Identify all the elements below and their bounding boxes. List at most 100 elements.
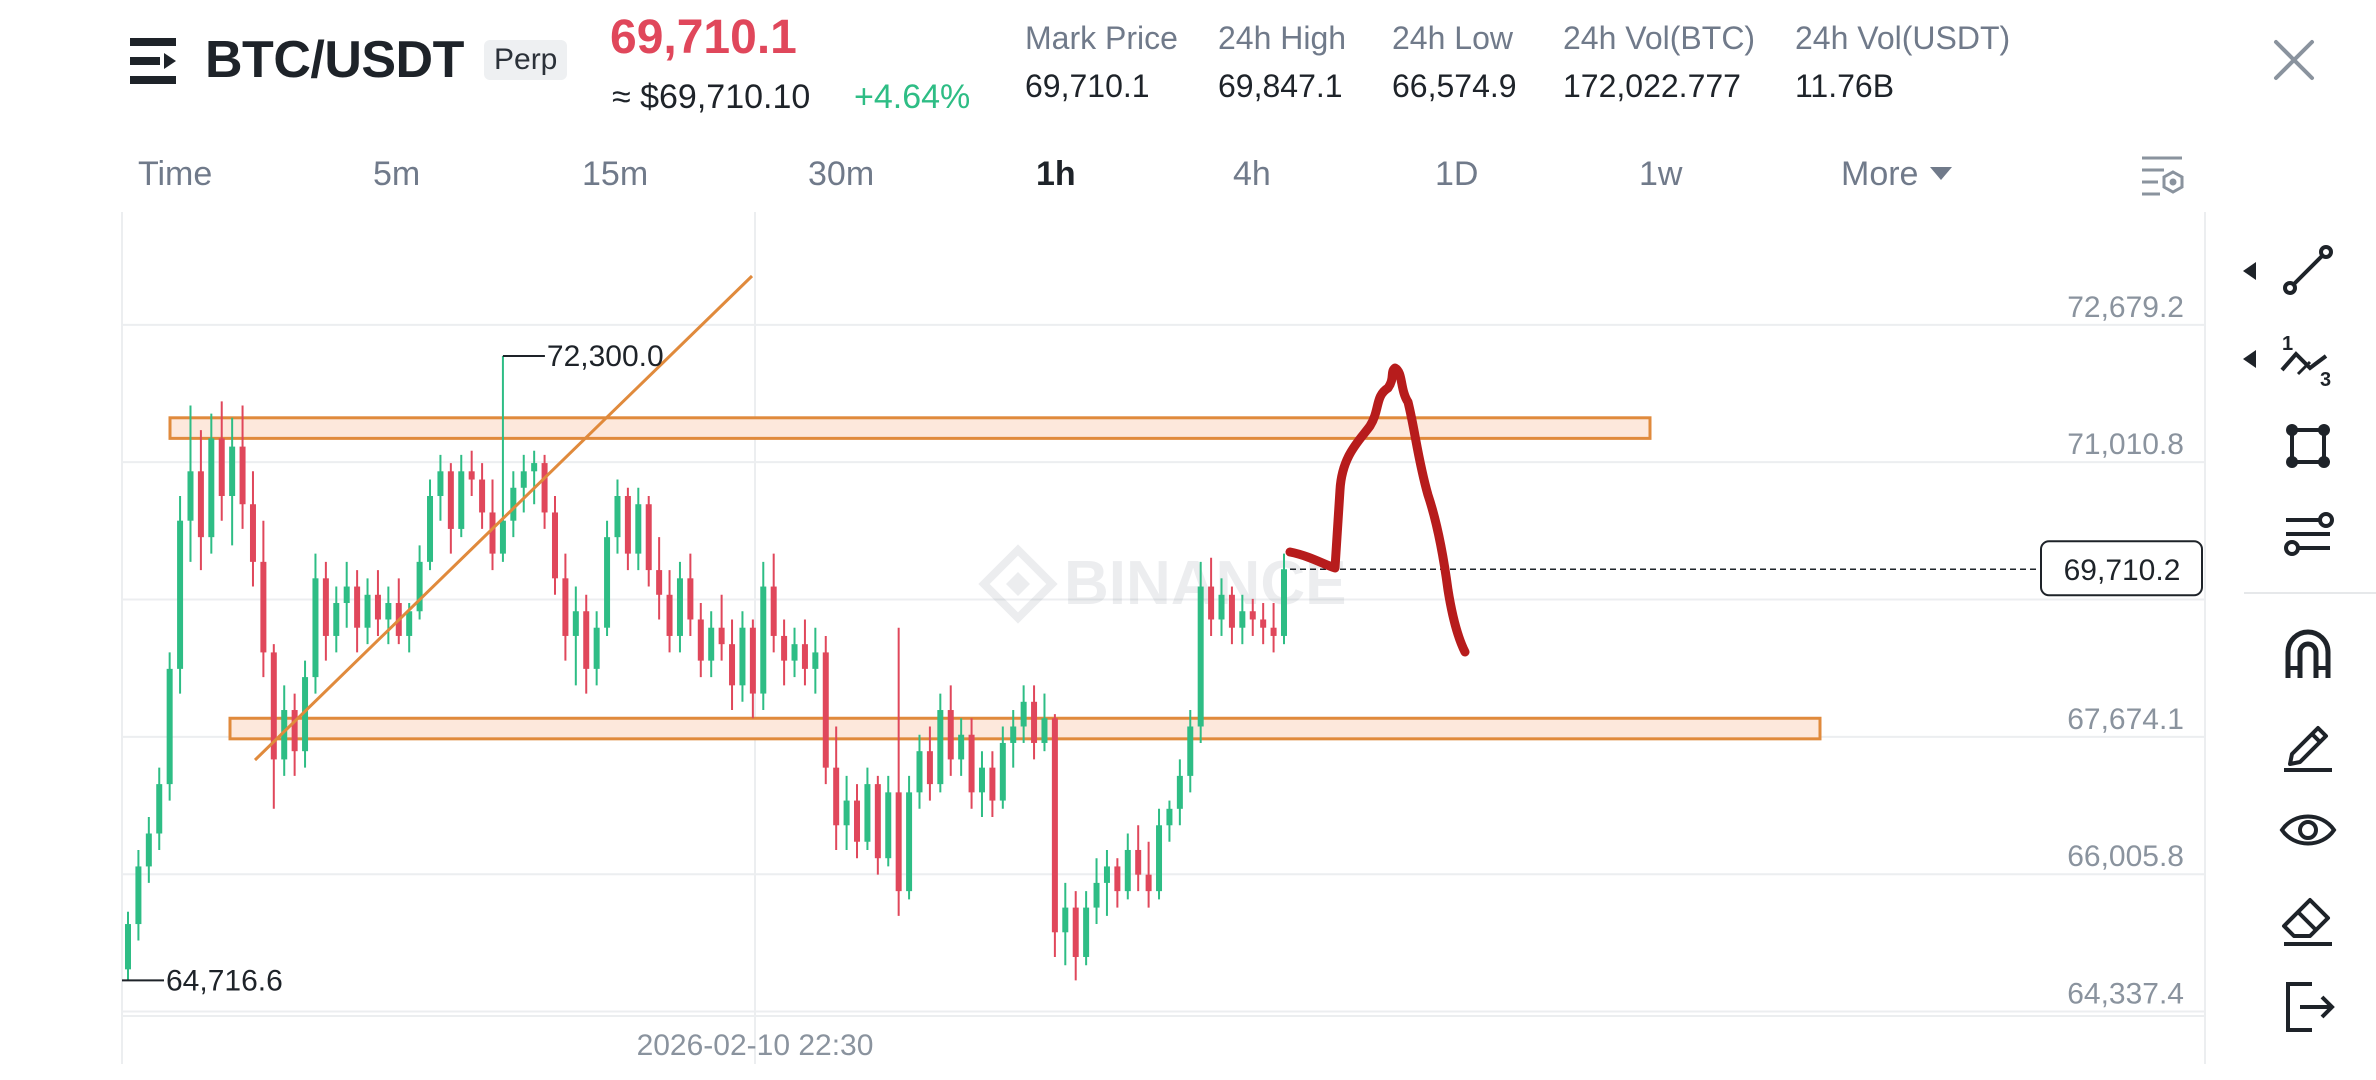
candle	[854, 784, 861, 859]
candle	[197, 430, 204, 571]
candle	[843, 775, 850, 850]
candle	[1114, 858, 1121, 908]
candle-body	[364, 594, 371, 628]
candle-body	[354, 586, 361, 628]
candle-body	[239, 446, 246, 505]
candle	[801, 619, 808, 686]
candle	[125, 911, 131, 981]
candle	[437, 454, 444, 521]
candle	[374, 570, 381, 636]
candle	[1093, 858, 1100, 925]
candle-body	[874, 784, 881, 859]
candle	[520, 454, 527, 513]
candle-body	[406, 611, 413, 636]
candle-body	[218, 438, 225, 496]
candle-body	[999, 742, 1006, 801]
candle-body	[937, 710, 944, 785]
candle	[656, 537, 663, 620]
candle	[145, 817, 152, 883]
visibility-tool[interactable]	[2276, 798, 2340, 862]
candle	[551, 496, 558, 595]
candle-body	[958, 734, 965, 760]
candle	[676, 561, 683, 653]
candle-body	[760, 586, 767, 694]
candle-body	[1093, 882, 1100, 908]
min-price-marker: 64,716.6	[166, 964, 283, 997]
candle-body	[1083, 907, 1090, 957]
candle-body	[1197, 586, 1204, 727]
candle-body	[614, 496, 621, 538]
candle	[583, 594, 590, 694]
candle	[166, 652, 173, 801]
candle-body	[177, 520, 184, 669]
candle-body	[1051, 718, 1058, 933]
candlestick-chart[interactable]: BINANCE 72,300.0 64,716.6 72,679.2 71,010.…	[0, 0, 2376, 1080]
exit-tool[interactable]	[2276, 974, 2340, 1038]
eye-icon	[2279, 814, 2337, 846]
candle-body	[260, 561, 267, 653]
shape-tool[interactable]	[2276, 414, 2340, 478]
candle-body	[968, 734, 975, 793]
candle	[447, 463, 454, 554]
candle-body	[697, 619, 704, 661]
candle	[427, 479, 434, 571]
candle	[624, 487, 631, 571]
candle-body	[801, 644, 808, 669]
candle	[1031, 685, 1038, 760]
candle-body	[510, 487, 517, 521]
candle	[989, 751, 996, 818]
candle	[916, 734, 923, 809]
price-tick-label: 71,010.8	[2067, 428, 2184, 461]
candle-body	[1145, 874, 1152, 892]
candle	[1176, 759, 1183, 826]
fibonacci-tool[interactable]: 1 3	[2276, 328, 2340, 392]
candle-body	[156, 784, 163, 834]
candle-body	[1187, 726, 1194, 776]
candle-body	[1249, 611, 1256, 620]
candle-body	[676, 578, 683, 636]
candle	[291, 693, 298, 776]
candle-body	[458, 471, 465, 529]
candle	[1072, 891, 1079, 981]
candle-body	[687, 578, 694, 620]
candle-body	[1135, 849, 1142, 875]
eraser-tool[interactable]	[2276, 886, 2340, 950]
candle	[697, 603, 704, 678]
magnet-tool[interactable]	[2276, 622, 2340, 686]
candle-body	[562, 578, 569, 636]
candle	[593, 611, 600, 686]
candle-body	[593, 627, 600, 669]
indicator-lines-tool[interactable]	[2276, 502, 2340, 566]
pencil-icon	[2284, 726, 2332, 772]
trend-lines	[253, 274, 754, 762]
candle-body	[895, 792, 902, 892]
candle	[833, 726, 840, 850]
candle	[1135, 825, 1142, 892]
candle-body	[718, 627, 725, 645]
binance-watermark: BINANCE	[978, 544, 1346, 624]
candle	[781, 619, 788, 686]
candle-body	[479, 479, 486, 513]
candle-body	[374, 594, 381, 620]
brush-tool[interactable]	[2276, 710, 2340, 774]
candle	[822, 635, 829, 785]
rectangle-shape-icon	[2286, 424, 2330, 468]
candle	[687, 553, 694, 636]
candle-body	[1218, 594, 1225, 620]
candle	[1041, 693, 1048, 752]
candle	[1083, 891, 1090, 966]
candle	[1051, 714, 1058, 957]
price-tick-label: 66,005.8	[2067, 840, 2184, 873]
trend-line-tool[interactable]	[2276, 238, 2340, 302]
candle-body	[843, 800, 850, 826]
candle-body	[635, 504, 642, 554]
candle-body	[916, 751, 923, 793]
candle-body	[1239, 611, 1246, 628]
candle-body	[1281, 569, 1287, 636]
candle-body	[978, 767, 985, 793]
candle	[885, 775, 892, 867]
candle-body	[604, 537, 611, 628]
svg-text:1: 1	[2282, 333, 2293, 355]
candle-body	[1208, 586, 1215, 620]
candle-body	[520, 471, 527, 488]
